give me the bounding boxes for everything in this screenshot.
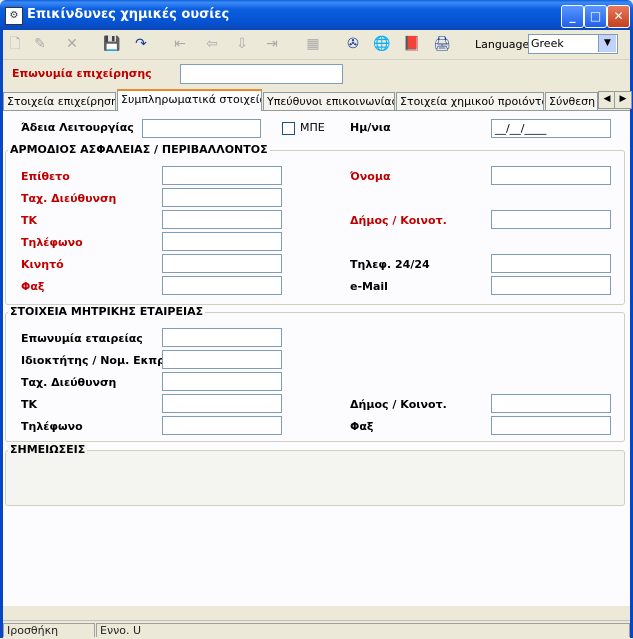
tab-scroll-right-button[interactable]: ▶ [614,91,632,109]
grid-icon[interactable]: ▦ [303,35,323,53]
tools-icon[interactable]: ✇ [343,35,363,53]
date-label: Ημ/νια [350,121,391,134]
company-name-label: Επωνυμία επιχείρησης [12,67,152,80]
email-field[interactable] [491,276,611,295]
parent-phone-label: Τηλέφωνο [21,420,83,433]
phone-label: Τηλέφωνο [21,236,83,249]
parent-company-name-field[interactable] [162,328,282,347]
app-icon[interactable]: ⚙ [5,7,23,25]
municipality-label: Δήμος / Κοινοτ. [350,214,447,227]
parent-address-label: Ταχ. Διεύθυνση [21,376,117,389]
parent-company-name-label: Επωνυμία εταιρείας [21,332,143,345]
zip-field[interactable] [162,210,282,229]
owner-label: Ιδιοκτήτης / Νομ. Εκπρ. [21,354,170,367]
parent-zip-field[interactable] [162,394,282,413]
parent-fax-field[interactable] [491,416,611,435]
address-field[interactable] [162,188,282,207]
license-field[interactable] [142,119,261,138]
email-label: e-Mail [350,280,388,293]
address-label: Ταχ. Διεύθυνση [21,192,117,205]
status-mode: Ιροσθήκη [3,623,95,637]
phone-24h-label: Τηλεφ. 24/24 [350,258,430,271]
tab-contacts[interactable]: Υπεύθυνοι επικοινωνίας [263,92,395,110]
last-record-icon[interactable]: ⇥ [262,35,282,53]
tab-composition[interactable]: Σύνθεση [545,92,598,110]
delete-record-icon[interactable]: ✕ [62,35,82,53]
chevron-down-icon[interactable]: ▼ [598,35,616,52]
first-record-icon[interactable]: ⇤ [170,35,190,53]
company-name-field[interactable] [180,64,343,84]
language-value: Greek [531,37,564,50]
previous-record-icon[interactable]: ⇦ [202,35,222,53]
close-button[interactable]: ✕ [607,5,630,28]
date-field[interactable]: __/__/____ [491,119,611,138]
tab-company-info[interactable]: Στοιχεία επιχείρησης [3,92,116,110]
minimize-button[interactable]: _ [561,5,584,28]
first-name-label: Όνομα [350,170,391,183]
parent-address-field[interactable] [162,372,282,391]
parent-municipality-field[interactable] [491,394,611,413]
status-info: Εννο. U [96,623,630,637]
language-label: Language [475,38,530,51]
tab-chemical-product[interactable]: Στοιχεία χημικού προιόντος [396,92,544,110]
parent-fax-label: Φαξ [350,420,374,433]
notes-group[interactable] [5,450,625,506]
phone-24h-field[interactable] [491,254,611,273]
surname-label: Επίθετο [21,170,70,183]
mpe-label: ΜΠΕ [300,121,325,134]
mobile-label: Κινητό [21,258,64,271]
parent-phone-field[interactable] [162,416,282,435]
municipality-field[interactable] [491,210,611,229]
next-record-icon[interactable]: ⇩ [232,35,252,53]
fax-field[interactable] [162,276,282,295]
print-icon[interactable]: 🖨 [432,35,452,53]
new-record-icon[interactable]: 🗋 [5,35,25,53]
zip-label: ΤΚ [21,214,38,227]
book-icon[interactable]: 📕 [402,35,422,53]
mpe-checkbox[interactable] [282,122,295,135]
edit-record-icon[interactable]: ✎ [30,35,50,53]
parent-company-group-title: ΣΤΟΙΧΕΙΑ ΜΗΤΡΙΚΗΣ ΕΤΑΙΡΕΙΑΣ [8,305,206,318]
phone-field[interactable] [162,232,282,251]
save-icon[interactable]: 💾 [102,35,122,53]
surname-field[interactable] [162,166,282,185]
refresh-icon[interactable]: ↷ [131,35,151,53]
tab-supplementary-info[interactable]: Συμπληρωματικά στοιχεία [117,89,262,111]
parent-municipality-label: Δήμος / Κοινοτ. [350,398,447,411]
mobile-field[interactable] [162,254,282,273]
globe-icon[interactable]: 🌐 [372,35,392,53]
window-title: Επικίνδυνες χημικές ουσίες [27,7,230,22]
license-label: Άδεια Λειτουργίας [21,121,134,134]
parent-zip-label: ΤΚ [21,398,38,411]
fax-label: Φαξ [21,280,45,293]
maximize-button[interactable]: □ [584,5,607,28]
notes-group-title: ΣΗΜΕΙΩΣΕΙΣ [8,443,88,456]
owner-field[interactable] [162,350,282,369]
first-name-field[interactable] [491,166,611,185]
safety-officer-group-title: ΑΡΜΟΔΙΟΣ ΑΣΦΑΛΕΙΑΣ / ΠΕΡΙΒΑΛΛΟΝΤΟΣ [8,143,270,156]
